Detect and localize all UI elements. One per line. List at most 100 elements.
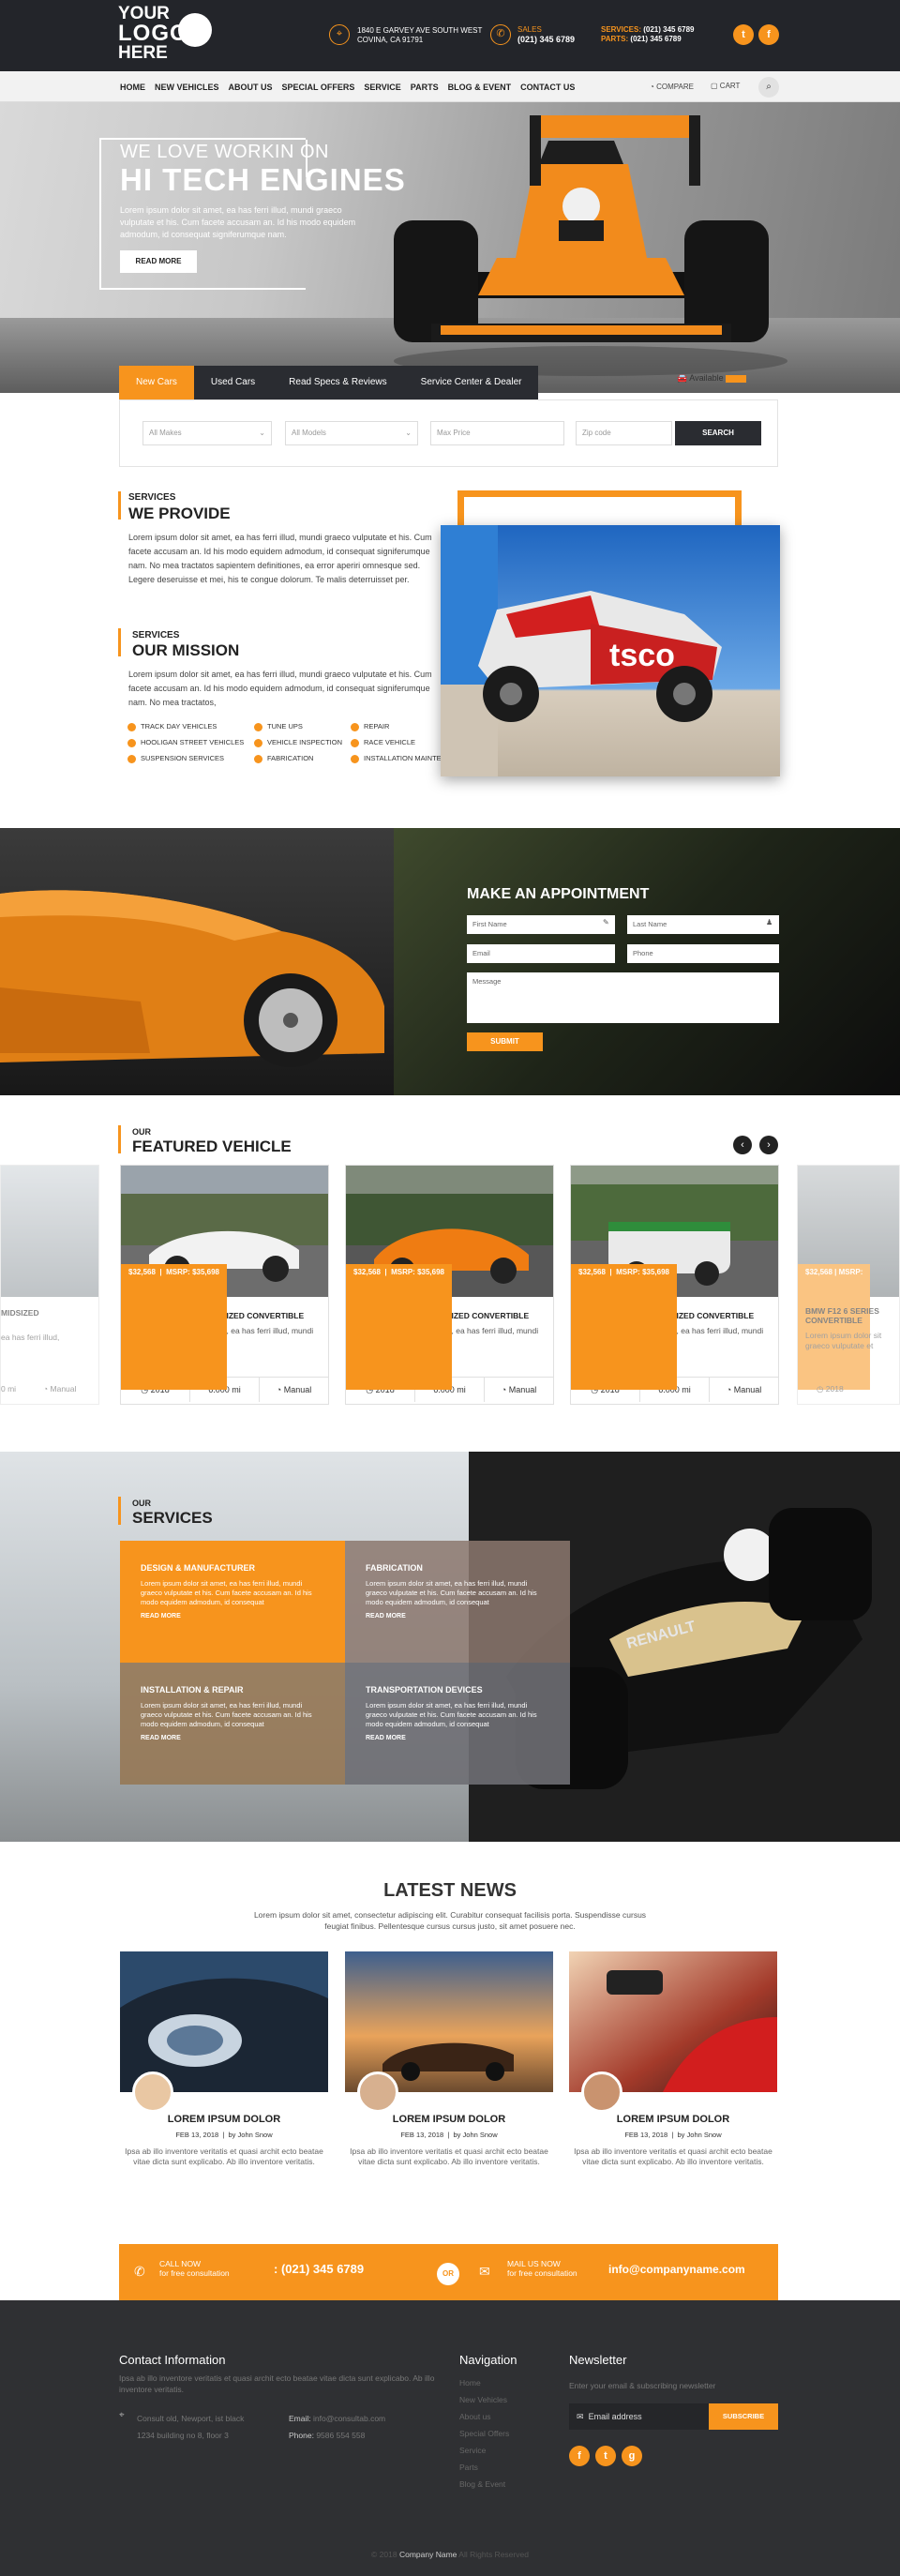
search-icon[interactable]: ⌕ bbox=[758, 77, 779, 98]
service-cell[interactable]: FABRICATION Lorem ipsum dolor sit amet, … bbox=[345, 1541, 570, 1663]
contact-info-title: Contact Information bbox=[119, 2353, 226, 2367]
call-now-sub: for free consultation bbox=[159, 2268, 230, 2278]
news-item-title[interactable]: LOREM IPSUM DOLOR bbox=[569, 2114, 777, 2125]
zip-code-input[interactable]: Zip code bbox=[576, 421, 672, 445]
calendar-icon: ◷ bbox=[817, 1384, 824, 1393]
cart-icon: ▢ bbox=[711, 82, 718, 90]
vehicle-card[interactable]: $32,568 | MSRP: $35,698 BMW F12 6 SERIES… bbox=[120, 1165, 329, 1405]
vehicle-price: $32,568 bbox=[353, 1268, 381, 1276]
newsletter-email-input[interactable]: ✉ Email address bbox=[569, 2403, 709, 2430]
feature-label: TUNE UPS bbox=[267, 722, 303, 731]
vehicle-card-partial[interactable]: $32,568 | MSRP: BMW F12 6 SERIES CONVERTI… bbox=[797, 1165, 900, 1405]
nav-item-special-offers[interactable]: SPECIAL OFFERS bbox=[282, 83, 355, 92]
google-plus-icon[interactable]: g bbox=[622, 2446, 642, 2466]
mail-address[interactable]: info@companyname.com bbox=[608, 2263, 745, 2276]
search-button[interactable]: SEARCH bbox=[675, 421, 761, 445]
service-read-more-link[interactable]: READ MORE bbox=[141, 1613, 324, 1619]
news-card[interactable]: LOREM IPSUM DOLOR FEB 13, 2018 | by John… bbox=[345, 1951, 553, 2167]
twitter-icon[interactable]: t bbox=[733, 24, 754, 45]
email-input[interactable]: Email bbox=[467, 944, 615, 963]
vehicle-trans: ◔ Manual bbox=[43, 1384, 77, 1393]
hero-read-more-button[interactable]: READ MORE bbox=[120, 250, 197, 273]
twitter-icon[interactable]: t bbox=[595, 2446, 616, 2466]
nav-item-service[interactable]: SERVICE bbox=[364, 83, 400, 92]
prev-arrow-icon[interactable]: ‹ bbox=[733, 1136, 752, 1154]
footer-email[interactable]: info@consultab.com bbox=[313, 2414, 385, 2423]
tab-service-center[interactable]: Service Center & Dealer bbox=[403, 366, 539, 399]
copyright-company[interactable]: Company Name bbox=[399, 2550, 457, 2559]
tab-used-cars[interactable]: Used Cars bbox=[193, 366, 273, 399]
news-item-title[interactable]: LOREM IPSUM DOLOR bbox=[120, 2114, 328, 2125]
tab-new-cars[interactable]: New Cars bbox=[119, 366, 194, 399]
nav-item-new-vehicles[interactable]: NEW VEHICLES bbox=[155, 83, 219, 92]
parts-phone[interactable]: (021) 345 6789 bbox=[630, 35, 681, 43]
services-phone[interactable]: (021) 345 6789 bbox=[643, 25, 694, 34]
feature-item: RACE VEHICLE bbox=[351, 738, 415, 747]
call-phone[interactable]: : (021) 345 6789 bbox=[274, 2262, 364, 2276]
facebook-icon[interactable]: f bbox=[569, 2446, 590, 2466]
footer-phone-label: Phone: bbox=[289, 2431, 314, 2440]
footer-nav-about[interactable]: About us bbox=[459, 2408, 509, 2425]
news-item-title[interactable]: LOREM IPSUM DOLOR bbox=[345, 2114, 553, 2125]
next-arrow-icon[interactable]: › bbox=[759, 1136, 778, 1154]
footer-nav-special-offers[interactable]: Special Offers bbox=[459, 2425, 509, 2442]
makes-select[interactable]: All Makes ⌄ bbox=[142, 421, 272, 445]
featured-accent-bar bbox=[118, 1125, 121, 1153]
vehicle-card-partial[interactable]: MIDSIZED ea has ferri illud, 0 mi ◔ Manu… bbox=[0, 1165, 99, 1405]
feature-label: VEHICLE INSPECTION bbox=[267, 738, 343, 746]
message-textarea[interactable]: Message bbox=[467, 972, 779, 1023]
service-read-more-link[interactable]: READ MORE bbox=[366, 1735, 549, 1741]
mail-now-text: MAIL US NOW for free consultation bbox=[507, 2259, 578, 2278]
facebook-icon[interactable]: f bbox=[758, 24, 779, 45]
service-read-more-link[interactable]: READ MORE bbox=[141, 1735, 324, 1741]
address: 1840 E GARVEY AVE SOUTH WEST COVINA, CA … bbox=[357, 26, 482, 45]
feature-item: TRACK DAY VEHICLES bbox=[128, 722, 217, 731]
service-cell[interactable]: DESIGN & MANUFACTURER Lorem ipsum dolor … bbox=[120, 1541, 345, 1663]
check-icon bbox=[128, 754, 136, 763]
cart-link[interactable]: ▢ CART bbox=[711, 82, 740, 90]
phone-input[interactable]: Phone bbox=[627, 944, 779, 963]
logo[interactable]: YOUR LOGO HERE bbox=[118, 4, 221, 68]
logo-line3: HERE bbox=[118, 43, 168, 63]
gauge-icon: ◔ bbox=[43, 1384, 49, 1393]
nav-item-about-us[interactable]: ABOUT US bbox=[229, 83, 273, 92]
appointment-title: MAKE AN APPOINTMENT bbox=[467, 886, 650, 902]
newsletter-title: Newsletter bbox=[569, 2353, 627, 2367]
vehicle-price: $32,568 bbox=[805, 1268, 832, 1276]
footer-nav-new-vehicles[interactable]: New Vehicles bbox=[459, 2391, 509, 2408]
footer-nav-home[interactable]: Home bbox=[459, 2374, 509, 2391]
footer-nav-service[interactable]: Service bbox=[459, 2442, 509, 2459]
nav-item-contact-us[interactable]: CONTACT US bbox=[520, 83, 575, 92]
location-pin-icon: ⌖ bbox=[119, 2410, 125, 2420]
footer-nav-parts[interactable]: Parts bbox=[459, 2459, 509, 2476]
service-read-more-link[interactable]: READ MORE bbox=[366, 1613, 549, 1619]
vehicle-card[interactable]: $32,568 | MSRP: $35,698 BMW F12 6 SERIES… bbox=[570, 1165, 779, 1405]
compare-link[interactable]: ◔ COMPARE bbox=[650, 83, 694, 91]
available-indicator: 🚘 Available bbox=[677, 373, 747, 384]
last-name-input[interactable]: Last Name bbox=[627, 915, 779, 934]
nav-item-blog-event[interactable]: BLOG & EVENT bbox=[448, 83, 512, 92]
footer-nav-blog[interactable]: Blog & Event bbox=[459, 2476, 509, 2493]
models-select[interactable]: All Models ⌄ bbox=[285, 421, 418, 445]
news-card[interactable]: LOREM IPSUM DOLOR FEB 13, 2018 | by John… bbox=[569, 1951, 777, 2167]
service-cell[interactable]: TRANSPORTATION DEVICES Lorem ipsum dolor… bbox=[345, 1663, 570, 1785]
mission-text: Lorem ipsum dolor sit amet, ea has ferri… bbox=[128, 670, 432, 707]
vehicle-card[interactable]: $32,568 | MSRP: $35,698 BMW F12 6 SERIES… bbox=[345, 1165, 554, 1405]
tab-specs-reviews[interactable]: Read Specs & Reviews bbox=[272, 366, 404, 399]
mission-accent-bar bbox=[118, 628, 121, 656]
newsletter-email-placeholder: Email address bbox=[588, 2412, 642, 2421]
service-cell[interactable]: INSTALLATION & REPAIR Lorem ipsum dolor … bbox=[120, 1663, 345, 1785]
vehicle-desc: Lorem ipsum dolor sit graeco vulputate et bbox=[805, 1331, 882, 1350]
first-name-input[interactable]: First Name bbox=[467, 915, 615, 934]
subscribe-button[interactable]: SUBSCRIBE bbox=[709, 2403, 778, 2430]
avatar bbox=[581, 2071, 622, 2113]
submit-button[interactable]: SUBMIT bbox=[467, 1032, 543, 1051]
max-price-input[interactable]: Max Price bbox=[430, 421, 564, 445]
footer-phone[interactable]: 9586 554 558 bbox=[316, 2431, 365, 2440]
news-card[interactable]: LOREM IPSUM DOLOR FEB 13, 2018 | by John… bbox=[120, 1951, 328, 2167]
nav-item-home[interactable]: HOME bbox=[120, 83, 145, 92]
vehicle-title: BMW F12 6 SERIES CONVERTIBLE bbox=[805, 1306, 879, 1325]
nav-item-parts[interactable]: PARTS bbox=[411, 83, 439, 92]
check-icon bbox=[351, 754, 359, 763]
sales-phone[interactable]: (021) 345 6789 bbox=[518, 35, 575, 44]
